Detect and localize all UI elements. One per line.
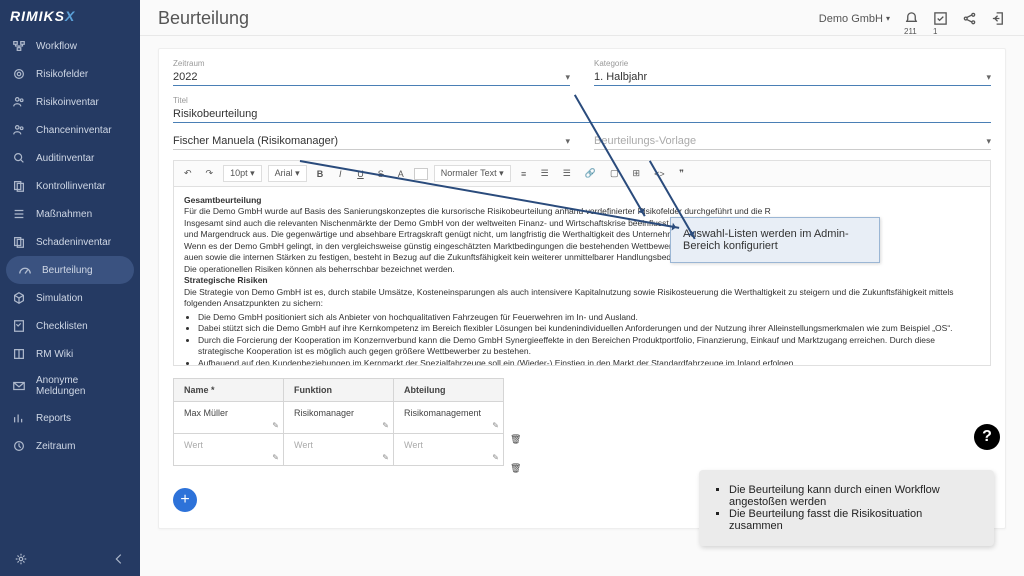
link-button[interactable]: 🔗 <box>581 166 600 181</box>
check-icon <box>12 319 26 333</box>
underline-button[interactable]: U <box>353 167 368 181</box>
vorlage-field[interactable]: Beurteilungs-Vorlage <box>594 133 991 150</box>
person-field[interactable]: Fischer Manuela (Risikomanager) <box>173 133 570 150</box>
gear-icon[interactable] <box>14 552 28 566</box>
mail-icon <box>12 379 26 393</box>
edit-icon[interactable]: ✎ <box>382 421 389 430</box>
org-selector[interactable]: Demo GmbH▾ <box>819 13 890 25</box>
bell-icon[interactable]: 211 <box>904 11 919 26</box>
tasks-icon[interactable]: 1 <box>933 11 948 26</box>
editor-toolbar: ↶ ↷ 10pt ▾ Arial ▾ B I U S A Normaler Te… <box>173 160 991 186</box>
nav-schadeninventar[interactable]: Schadeninventar <box>0 228 140 256</box>
nav-rm-wiki[interactable]: RM Wiki <box>0 340 140 368</box>
kategorie-field[interactable]: Kategorie 1. Halbjahr <box>594 59 991 86</box>
table-row[interactable]: Max Müller✎Risikomanager✎Risikomanagemen… <box>174 402 504 434</box>
format-select[interactable]: Normaler Text ▾ <box>434 165 511 182</box>
nav-checklisten[interactable]: Checklisten <box>0 312 140 340</box>
redo-button[interactable]: ↷ <box>202 166 218 181</box>
nav-workflow[interactable]: Workflow <box>0 32 140 60</box>
edit-icon[interactable]: ✎ <box>492 453 499 462</box>
people-icon <box>12 95 26 109</box>
copy-icon <box>12 235 26 249</box>
clock-icon <box>12 439 26 453</box>
nav-reports[interactable]: Reports <box>0 404 140 432</box>
edit-icon[interactable]: ✎ <box>272 453 279 462</box>
nav-risikofelder[interactable]: Risikofelder <box>0 60 140 88</box>
target-icon <box>12 67 26 81</box>
gauge-icon <box>18 263 32 277</box>
header: Beurteilung Demo GmbH▾ 211 1 <box>140 0 1024 36</box>
nav-massnahmen[interactable]: Maßnahmen <box>0 200 140 228</box>
ol-button[interactable]: ☰ <box>537 166 553 181</box>
add-button[interactable]: + <box>173 488 197 512</box>
nav-beurteilung[interactable]: Beurteilung <box>6 256 134 284</box>
nav-chanceninventar[interactable]: Chanceninventar <box>0 116 140 144</box>
nav-auditinventar[interactable]: Auditinventar <box>0 144 140 172</box>
logout-icon[interactable] <box>991 11 1006 26</box>
nav-kontrollinventar[interactable]: Kontrollinventar <box>0 172 140 200</box>
editor-body[interactable]: Gesamtbeurteilung Für die Demo GmbH wurd… <box>173 186 991 366</box>
collapse-icon[interactable] <box>112 552 126 566</box>
participants-table: Name *FunktionAbteilung Max Müller✎Risik… <box>173 378 504 466</box>
nav-anonyme-meldungen[interactable]: Anonyme Meldungen <box>0 368 140 404</box>
table-button[interactable]: ⊞ <box>629 166 645 181</box>
copy-icon <box>12 179 26 193</box>
edit-icon[interactable]: ✎ <box>272 421 279 430</box>
sidebar: RIMIKSX Workflow Risikofelder Risikoinve… <box>0 0 140 576</box>
edit-icon[interactable]: ✎ <box>492 421 499 430</box>
bold-button[interactable]: B <box>313 167 328 181</box>
undo-button[interactable]: ↶ <box>180 166 196 181</box>
font-family-select[interactable]: Arial ▾ <box>268 165 307 182</box>
help-tooltip: Die Beurteilung kann durch einen Workflo… <box>699 470 994 546</box>
ul-button[interactable]: ☰ <box>559 166 575 181</box>
nav-zeitraum[interactable]: Zeitraum <box>0 432 140 460</box>
nav-simulation[interactable]: Simulation <box>0 284 140 312</box>
align-button[interactable]: ≡ <box>517 167 531 181</box>
people-icon <box>12 123 26 137</box>
book-icon <box>12 347 26 361</box>
table-row[interactable]: Wert✎Wert✎Wert✎ <box>174 434 504 466</box>
font-size-select[interactable]: 10pt ▾ <box>223 165 262 182</box>
form-card: Zeitraum 2022 Kategorie 1. Halbjahr Tite… <box>158 48 1006 529</box>
brand-logo: RIMIKSX <box>0 0 140 32</box>
workflow-icon <box>12 39 26 53</box>
cube-icon <box>12 291 26 305</box>
quote-button[interactable]: ❞ <box>675 166 689 181</box>
delete-row-icon[interactable]: 🗑 <box>504 434 521 445</box>
delete-row-icon[interactable]: 🗑 <box>504 463 521 474</box>
help-icon[interactable]: ? <box>974 424 1000 450</box>
page-title: Beurteilung <box>158 8 249 29</box>
bg-button[interactable] <box>414 168 428 180</box>
zeitraum-field[interactable]: Zeitraum 2022 <box>173 59 570 86</box>
search-icon <box>12 151 26 165</box>
list-icon <box>12 207 26 221</box>
edit-icon[interactable]: ✎ <box>382 453 389 462</box>
share-icon[interactable] <box>962 11 977 26</box>
chart-icon <box>12 411 26 425</box>
nav-risikoinventar[interactable]: Risikoinventar <box>0 88 140 116</box>
callout-admin-lists: Auswahl-Listen werden im Admin-Bereich k… <box>670 217 880 263</box>
